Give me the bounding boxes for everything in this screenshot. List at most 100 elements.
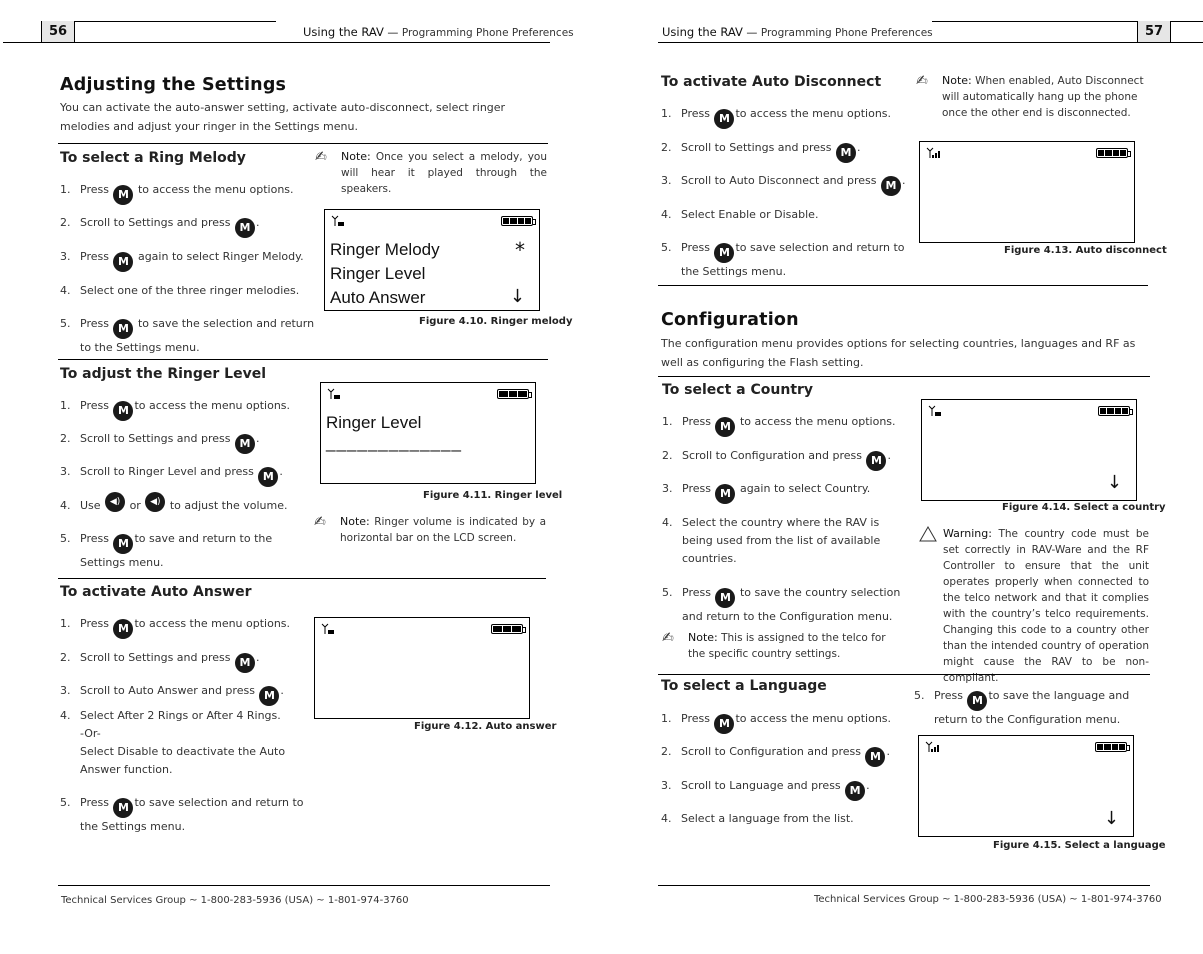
step-4: 4. Select a language from the list.: [661, 812, 854, 825]
section-divider: [658, 376, 1150, 377]
menu-button-icon: M: [235, 218, 255, 238]
menu-button-icon: M: [715, 588, 736, 608]
signal-antenna-icon: [925, 741, 939, 752]
step-3: 3. Press M again to select Country.: [662, 480, 870, 504]
step-2: 2. Scroll to Settings and press M.: [60, 649, 260, 673]
step-2: 2. Scroll to Configuration and press M.: [661, 743, 890, 767]
battery-icon: [1096, 148, 1131, 158]
lcd-line: Ringer Level: [330, 264, 426, 283]
menu-button-icon: M: [881, 176, 902, 196]
running-head-subtitle: Programming Phone Preferences: [760, 27, 933, 39]
section-divider: [658, 285, 1148, 286]
step-1: 1. Press Mto access the menu options.: [60, 615, 290, 639]
section-heading-country: To select a Country: [662, 382, 814, 398]
menu-button-icon: M: [866, 451, 887, 471]
step-1: 1. Press M to access the menu options.: [60, 181, 294, 205]
menu-button-icon: M: [113, 798, 134, 818]
battery-icon: [1095, 742, 1130, 752]
battery-icon: [497, 389, 532, 399]
step-4: 4. Select one of the three ringer melodie…: [60, 284, 300, 297]
step-3: 3. Scroll to Language and press M.: [661, 777, 870, 801]
running-head-title: Using the RAV: [662, 25, 743, 39]
pencil-note-icon: ✍: [916, 73, 928, 89]
figure-caption: Figure 4.15. Select a language: [993, 840, 1166, 851]
step-5: 5. Press M to save the country selection a…: [662, 586, 901, 623]
step-5: 5. Press Mto save selection and return to…: [661, 241, 905, 278]
lcd-auto-answer: [314, 617, 530, 719]
menu-button-icon: M: [113, 619, 134, 639]
selected-marker: *: [515, 238, 525, 262]
lcd-line: Auto Answer: [330, 288, 426, 307]
step-5: 5. Press M to save the selection and retu…: [60, 317, 315, 354]
lcd-line: Ringer Melody: [330, 240, 440, 259]
menu-button-icon: M: [865, 747, 886, 767]
figure-caption: Figure 4.14. Select a country: [1002, 502, 1166, 513]
step-4: 4. Use ◀) or ◀) to adjust the volume.: [60, 492, 287, 519]
step-4: 4. Select Enable or Disable.: [661, 208, 819, 221]
step-3: 3. Press M again to select Ringer Melody.: [60, 248, 304, 272]
menu-button-icon: M: [714, 109, 735, 129]
step-5: 5. Press Mto save the language and return …: [914, 689, 1130, 726]
section-title-configuration: Configuration: [661, 310, 799, 330]
step-2: 2. Scroll to Settings and press M.: [661, 139, 861, 163]
signal-antenna-icon: [926, 147, 940, 158]
menu-button-icon: M: [113, 252, 134, 272]
menu-button-icon: M: [235, 653, 255, 673]
volume-bar: _____________: [326, 433, 462, 452]
running-head-right: Using the RAV — Programming Phone Prefer…: [662, 25, 933, 39]
scroll-down-arrow-icon: ↓: [509, 286, 525, 307]
footer-contact: Technical Services Group ~ 1-800-283-593…: [61, 895, 409, 906]
scroll-down-arrow-icon: ↓: [1106, 472, 1122, 493]
scroll-down-arrow-icon: ↓: [1103, 808, 1119, 829]
pencil-note-icon: ✍: [314, 514, 326, 530]
figure-caption: Figure 4.13. Auto disconnect: [1004, 245, 1167, 256]
menu-button-icon: M: [845, 781, 866, 801]
step-2: 2. Scroll to Settings and press M.: [60, 214, 260, 238]
signal-antenna-icon: [321, 623, 334, 634]
signal-antenna-icon: [327, 388, 340, 399]
menu-button-icon: M: [836, 143, 856, 163]
battery-icon: [491, 624, 526, 634]
signal-antenna-icon: [928, 405, 941, 416]
step-3: 3. Scroll to Auto Answer and press M.: [60, 682, 284, 706]
menu-button-icon: M: [259, 686, 280, 706]
lcd-select-language: ↓: [918, 735, 1134, 837]
menu-button-icon: M: [235, 434, 255, 454]
running-head-subtitle: Programming Phone Preferences: [401, 27, 574, 39]
volume-up-icon: ◀): [105, 492, 126, 512]
menu-button-icon: M: [714, 243, 735, 263]
section-heading-auto-disconnect: To activate Auto Disconnect: [661, 74, 882, 90]
footer-rule: [58, 885, 550, 886]
running-head-title: Using the RAV: [303, 25, 384, 39]
signal-antenna-icon: [331, 215, 344, 226]
volume-down-icon: ◀): [145, 492, 166, 512]
section-heading-auto-answer: To activate Auto Answer: [60, 584, 252, 600]
warning-country-code: Warning: The country code must be set co…: [919, 526, 1149, 686]
step-4: 4. Select the country where the RAV is bei…: [662, 516, 881, 565]
running-head-sep: —: [383, 26, 402, 39]
pencil-note-icon: ✍: [315, 149, 327, 165]
menu-button-icon: M: [113, 319, 134, 339]
step-3: 3. Scroll to Auto Disconnect and press M.: [661, 172, 906, 196]
step-2: 2. Scroll to Settings and press M.: [60, 430, 260, 454]
note-auto-disconnect: ✍ Note: When enabled, Auto Disconnect wi…: [916, 73, 1144, 119]
lcd-auto-disconnect: [919, 141, 1135, 243]
menu-button-icon: M: [113, 185, 134, 205]
page-title: Adjusting the Settings: [60, 75, 287, 95]
running-head-left: Using the RAV — Programming Phone Prefer…: [303, 25, 574, 39]
footer-rule: [658, 885, 1150, 886]
section-heading-ringer-level: To adjust the Ringer Level: [60, 366, 267, 382]
section-heading-language: To select a Language: [661, 678, 827, 694]
page-number-left: 56: [41, 21, 75, 42]
header-rule-bottom: [658, 42, 1203, 43]
battery-icon: [501, 216, 536, 226]
step-1: 1. Press M to access the menu options.: [662, 413, 896, 437]
section-divider: [58, 578, 546, 579]
section-divider: [58, 359, 548, 360]
menu-button-icon: M: [715, 484, 736, 504]
section-divider: [658, 674, 1150, 675]
lcd-ringer-level: Ringer Level _____________: [320, 382, 536, 484]
footer-contact: Technical Services Group ~ 1-800-283-593…: [814, 894, 1162, 905]
step-1: 1. Press Mto access the menu options.: [60, 397, 290, 421]
step-2: 2. Scroll to Configuration and press M.: [662, 447, 891, 471]
